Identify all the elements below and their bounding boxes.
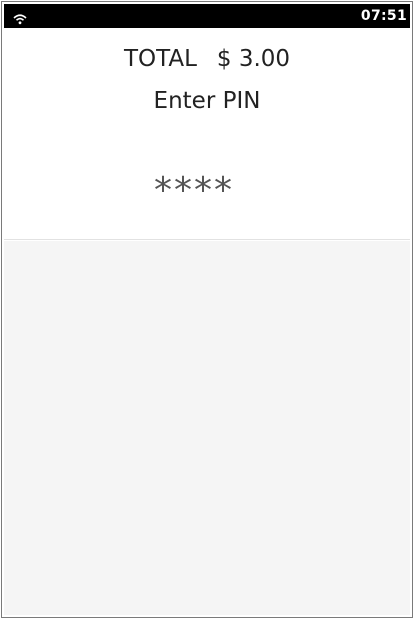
total-line: TOTAL $ 3.00 — [4, 44, 410, 74]
pin-entry-panel: TOTAL $ 3.00 Enter PIN **** — [4, 28, 410, 240]
total-amount: $ 3.00 — [216, 46, 291, 72]
pin-entry-field[interactable]: **** — [4, 171, 384, 211]
pin-prompt: Enter PIN — [153, 88, 261, 114]
wifi-icon — [13, 10, 27, 25]
total-label: TOTAL — [123, 46, 197, 72]
lower-blank-area — [4, 241, 410, 615]
status-clock: 07:51 — [360, 8, 407, 24]
terminal-screen: 07:51 TOTAL $ 3.00 Enter PIN **** — [1, 1, 413, 618]
status-bar: 07:51 — [4, 4, 410, 28]
